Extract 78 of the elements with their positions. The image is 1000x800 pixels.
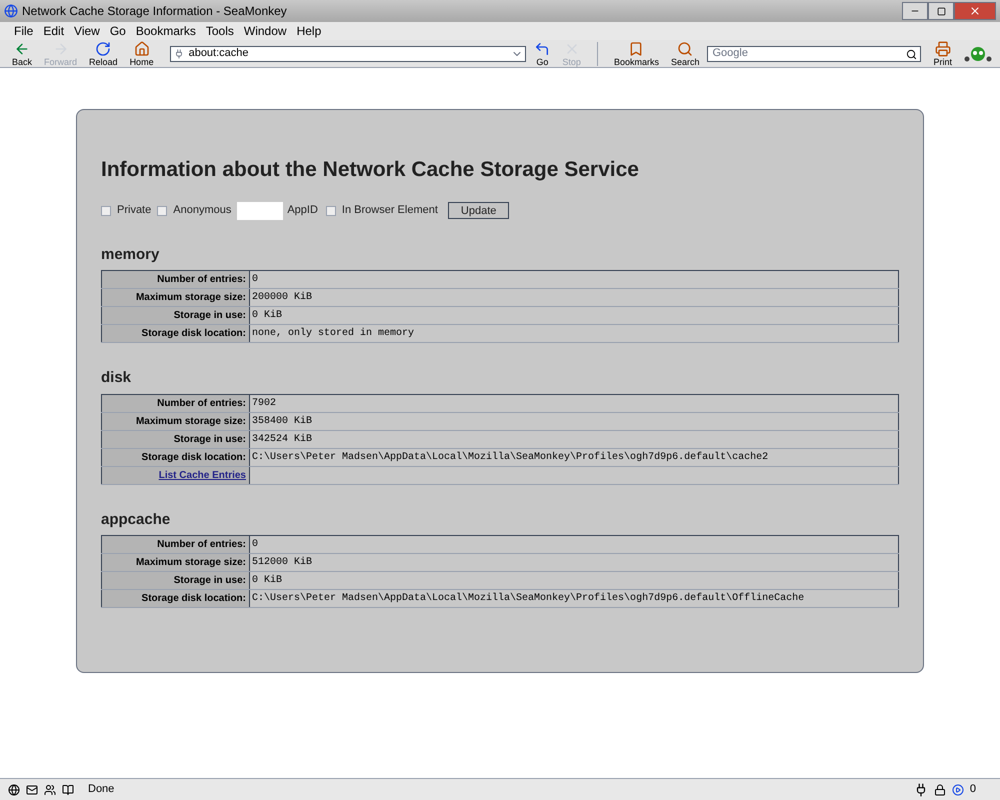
field-label: AppID	[287, 203, 318, 218]
row-label: Storage in use:	[102, 306, 250, 324]
row-value: 342524 KiB	[250, 430, 898, 448]
print-button[interactable]: Print	[925, 40, 960, 66]
menu-item[interactable]: Bookmarks	[136, 22, 196, 40]
toolbar-button[interactable]: Home	[126, 40, 158, 66]
row-label: Number of entries:	[102, 536, 250, 554]
row-label: Maximum storage size:	[102, 288, 250, 306]
list-entries-link[interactable]: List Cache Entries	[158, 470, 246, 480]
checkbox-label: In Browser Element	[342, 203, 438, 218]
row-label: Storage in use:	[102, 572, 250, 590]
checkbox[interactable]	[326, 206, 336, 216]
search-icon	[906, 48, 918, 60]
menu-item[interactable]: View	[74, 22, 100, 40]
row-label: Number of entries:	[102, 394, 250, 412]
printer-icon	[934, 40, 951, 56]
people-icon[interactable]	[44, 784, 56, 796]
row-label: Maximum storage size:	[102, 554, 250, 572]
row-label: Storage disk location:	[102, 448, 250, 466]
row-value: 0	[250, 270, 898, 288]
house-icon	[134, 40, 150, 56]
row-value: 0 KiB	[250, 572, 898, 590]
book-icon[interactable]	[62, 784, 74, 796]
row-label: Storage disk location:	[102, 590, 250, 608]
close-icon	[969, 5, 981, 17]
row-value: 7902	[250, 394, 898, 412]
window-title: Network Cache Storage Information - SeaMonkey	[22, 3, 288, 20]
row-value: 512000 KiB	[250, 554, 898, 572]
status-text: Done	[88, 782, 116, 798]
address-field[interactable]: about:cache	[170, 46, 526, 62]
close-button[interactable]	[954, 2, 996, 20]
row-value: C:\Users\Peter Madsen\AppData\Local\Mozilla\SeaMonkey\Profiles\ogh7d9p6.default\cache2	[250, 448, 898, 466]
row-label: Maximum storage size:	[102, 412, 250, 430]
row-label: Number of entries:	[102, 270, 250, 288]
toolbar-button[interactable]: Search	[666, 40, 704, 66]
section-heading: memory	[101, 244, 160, 264]
row-value: C:\Users\Peter Madsen\AppData\Local\Mozilla\SeaMonkey\Profiles\ogh7d9p6.default\OfflineCache	[250, 590, 898, 608]
status-count: 0	[970, 782, 976, 798]
curved-arrow-icon	[534, 40, 550, 56]
checkbox[interactable]	[101, 206, 111, 216]
globe-icon[interactable]	[8, 784, 20, 796]
app-logo-icon	[4, 4, 18, 18]
checkbox-label: Anonymous	[173, 203, 232, 218]
play-icon	[952, 784, 964, 796]
row-value: none, only stored in memory	[250, 324, 898, 342]
plug-icon	[174, 48, 184, 58]
row-value: 200000 KiB	[250, 288, 898, 306]
reload-icon	[95, 40, 112, 56]
search-field[interactable]: Google	[707, 46, 922, 62]
padlock-icon	[934, 784, 946, 796]
toolbar-button[interactable]: Back	[8, 40, 36, 66]
menu-item[interactable]: Help	[296, 22, 322, 40]
menu-item[interactable]: Window	[244, 22, 287, 40]
row-label: Storage disk location:	[102, 324, 250, 342]
update-button[interactable]: Update	[448, 202, 510, 219]
row-value: 0	[250, 536, 898, 554]
section-heading: appcache	[101, 510, 172, 530]
row-value: 0 KiB	[250, 306, 898, 324]
row-value: 358400 KiB	[250, 412, 898, 430]
menu-item[interactable]: Edit	[43, 22, 64, 40]
checkbox-label: Private	[117, 203, 152, 218]
maximize-button[interactable]	[928, 2, 954, 20]
mail-icon[interactable]	[26, 784, 38, 796]
page-heading: Information about the Network Cache Storage Service	[101, 157, 640, 183]
appid-field[interactable]	[237, 202, 284, 220]
menu-item[interactable]: File	[14, 22, 34, 40]
menu-item[interactable]: Tools	[206, 22, 234, 40]
toolbar-button[interactable]: Reload	[85, 40, 122, 66]
search-icon	[677, 40, 694, 56]
toolbar-button[interactable]: Go	[530, 40, 554, 66]
checkbox[interactable]	[157, 206, 168, 216]
menu-item[interactable]: Go	[110, 22, 126, 40]
toolbar-button[interactable]: Bookmarks	[610, 40, 663, 66]
section-heading: disk	[101, 368, 132, 388]
bookmark-icon	[628, 40, 644, 56]
maximize-icon	[936, 6, 946, 16]
mascot-icon	[964, 44, 992, 62]
row-label: Storage in use:	[102, 430, 250, 448]
